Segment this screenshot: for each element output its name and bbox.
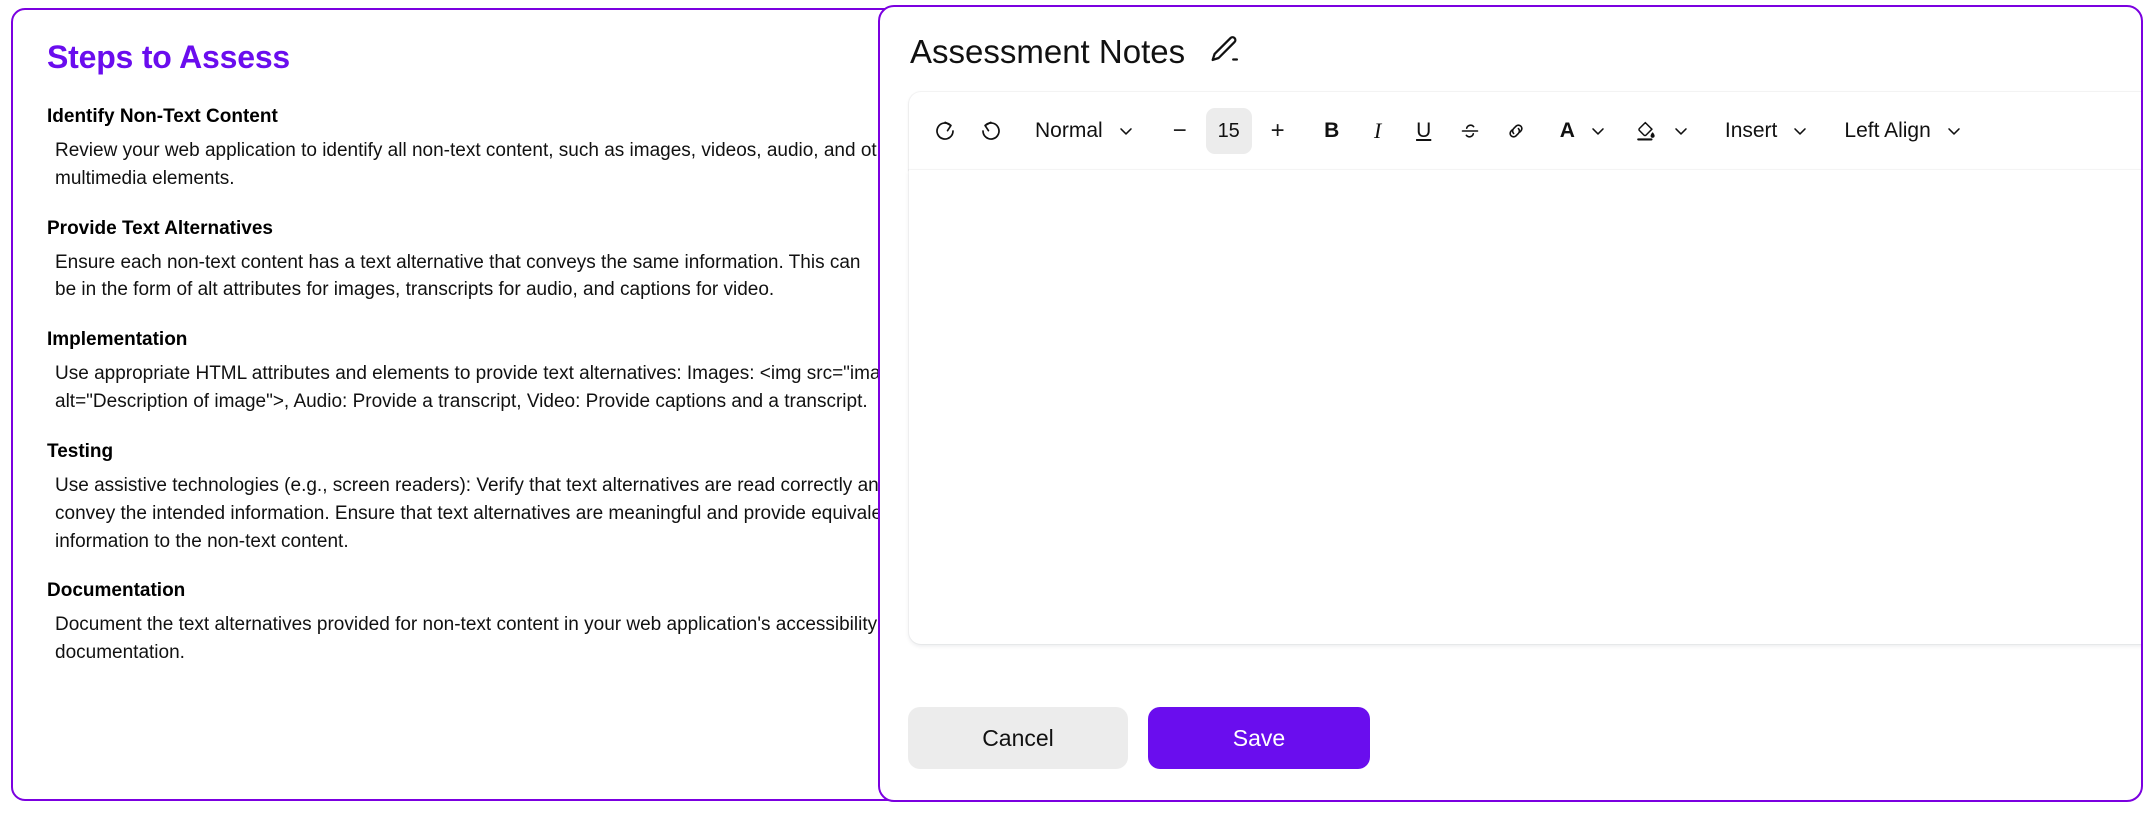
assessment-notes-panel: Assessment Notes Normal − 15 + B I U A I… bbox=[878, 5, 2143, 802]
text-align-label: Left Align bbox=[1844, 119, 1931, 142]
redo-icon[interactable] bbox=[971, 108, 1011, 154]
insert-label: Insert bbox=[1724, 119, 1778, 142]
decrease-font-size-button[interactable]: − bbox=[1160, 108, 1200, 154]
font-size-value[interactable]: 15 bbox=[1205, 108, 1252, 154]
chevron-down-icon bbox=[1119, 128, 1132, 135]
undo-icon[interactable] bbox=[925, 108, 965, 154]
save-button[interactable]: Save bbox=[1148, 707, 1370, 769]
notes-editor: Normal − 15 + B I U A Insert Left Align bbox=[909, 92, 2141, 644]
notes-textarea[interactable] bbox=[909, 170, 2141, 644]
notes-footer: Cancel Save bbox=[908, 707, 1370, 769]
chevron-down-icon bbox=[1675, 128, 1687, 135]
bold-button[interactable]: B bbox=[1312, 108, 1352, 154]
underline-button[interactable]: U bbox=[1404, 108, 1444, 154]
cancel-button[interactable]: Cancel bbox=[908, 707, 1128, 769]
notes-title: Assessment Notes bbox=[910, 33, 1186, 71]
notes-header: Assessment Notes bbox=[910, 33, 2113, 72]
fill-bucket-icon bbox=[1637, 121, 1655, 141]
paragraph-style-dropdown[interactable]: Normal bbox=[1025, 108, 1146, 154]
paragraph-style-label: Normal bbox=[1035, 119, 1103, 142]
editor-toolbar: Normal − 15 + B I U A Insert Left Align bbox=[909, 92, 2141, 170]
chevron-down-icon bbox=[1794, 128, 1807, 135]
increase-font-size-button[interactable]: + bbox=[1258, 108, 1298, 154]
highlight-color-dropdown[interactable] bbox=[1624, 108, 1701, 154]
app-root: Steps to Assess Identify Non-Text Conten… bbox=[0, 0, 2150, 820]
strikethrough-button[interactable] bbox=[1450, 108, 1490, 154]
italic-button[interactable]: I bbox=[1358, 108, 1398, 154]
insert-dropdown[interactable]: Insert bbox=[1715, 108, 1821, 154]
chevron-down-icon bbox=[1592, 128, 1604, 135]
link-icon[interactable] bbox=[1496, 108, 1536, 154]
chevron-down-icon bbox=[1948, 128, 1960, 135]
text-color-dropdown[interactable]: A bbox=[1550, 108, 1618, 154]
pencil-icon[interactable] bbox=[1207, 33, 1241, 72]
text-color-label: A bbox=[1559, 119, 1575, 142]
text-align-dropdown[interactable]: Left Align bbox=[1834, 108, 1973, 154]
